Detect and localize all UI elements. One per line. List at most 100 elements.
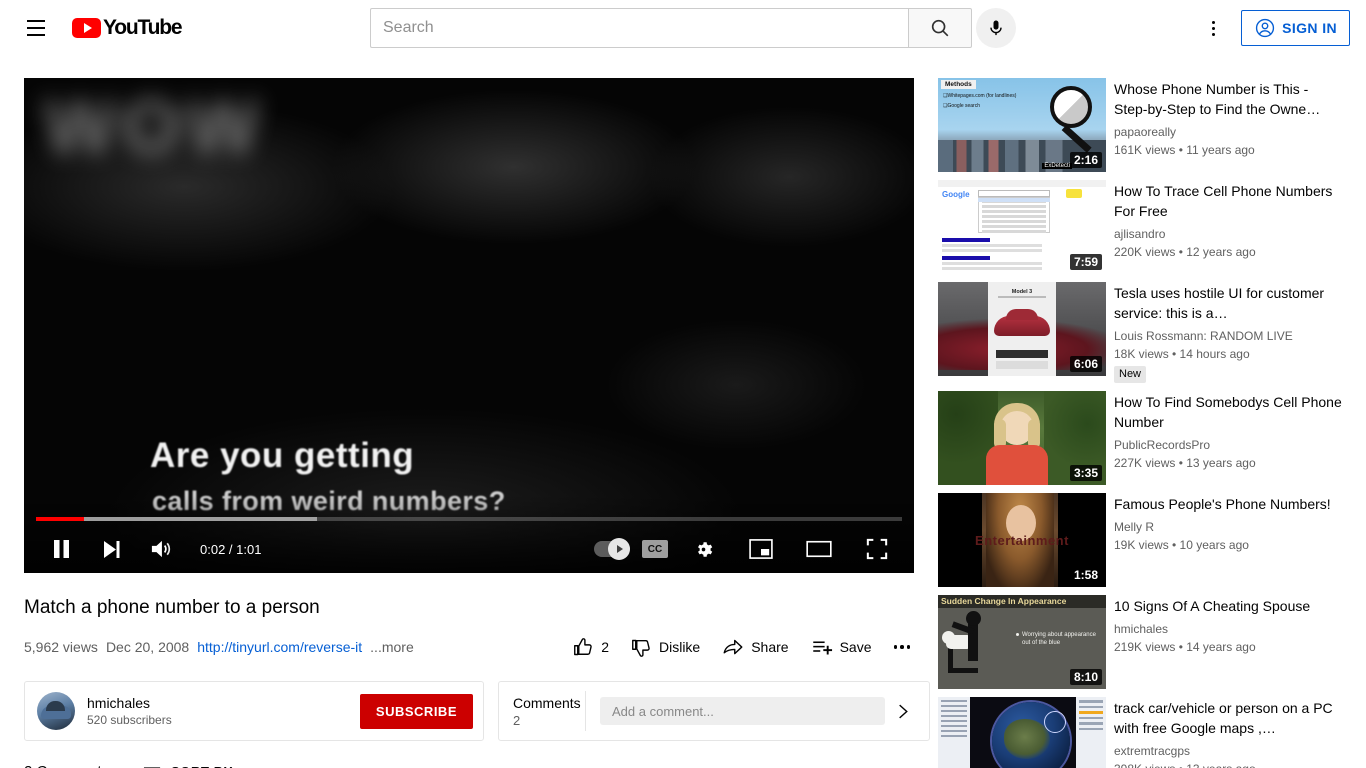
video-title-link[interactable]: 10 Signs Of A Cheating Spouse: [1114, 596, 1310, 616]
youtube-logo[interactable]: YouTube: [72, 16, 181, 40]
channel-name[interactable]: hmichales: [87, 694, 172, 712]
video-metadata: 220K views • 12 years ago: [1114, 243, 1342, 261]
thumb-phone-button-secondary: [996, 361, 1048, 369]
video-title-link[interactable]: Tesla uses hostile UI for customer servi…: [1114, 283, 1342, 323]
thumb-bullet-text: Worrying about appearance out of the blu…: [1022, 631, 1098, 647]
miniplayer-button[interactable]: [738, 526, 784, 572]
thumb-suggestions: [978, 197, 1050, 233]
video-info: 10 Signs Of A Cheating Spouse hmichales …: [1114, 595, 1310, 689]
volume-button[interactable]: [138, 526, 184, 572]
list-item[interactable]: track car/vehicle or person on a PC with…: [938, 697, 1342, 768]
video-metadata: 227K views • 13 years ago: [1114, 454, 1342, 472]
video-thumbnail[interactable]: 3:35: [938, 391, 1106, 485]
search-icon: [929, 17, 951, 39]
player-controls-right: CC: [594, 526, 914, 572]
theater-mode-button[interactable]: [796, 526, 842, 572]
video-info: Famous People's Phone Numbers! Melly R 1…: [1114, 493, 1331, 587]
progress-bar[interactable]: [36, 517, 902, 521]
video-channel[interactable]: extremtracgps: [1114, 742, 1342, 760]
subscribe-button[interactable]: SUBSCRIBE: [360, 694, 473, 729]
list-item[interactable]: Google 7:59 How To Trace Cell Phone Numb…: [938, 180, 1342, 274]
comment-divider: [585, 691, 586, 731]
video-title-link[interactable]: How To Trace Cell Phone Numbers For Free: [1114, 181, 1342, 221]
save-label: Save: [840, 639, 872, 655]
thumb-car-image: [994, 316, 1050, 336]
pause-button[interactable]: [38, 526, 84, 572]
video-thumbnail[interactable]: Model 3 6:06: [938, 282, 1106, 376]
video-info: track car/vehicle or person on a PC with…: [1114, 697, 1342, 768]
list-item[interactable]: Entertainment 1:58 Famous People's Phone…: [938, 493, 1342, 587]
hamburger-icon[interactable]: [16, 8, 56, 48]
video-title-link[interactable]: How To Find Somebodys Cell Phone Number: [1114, 392, 1342, 432]
video-title-link[interactable]: Whose Phone Number is This - Step-by-Ste…: [1114, 79, 1342, 119]
captions-button[interactable]: CC: [642, 540, 668, 558]
like-button[interactable]: 2: [567, 633, 615, 662]
player-controls: 0:02 / 1:01 CC: [24, 525, 914, 573]
masthead-right: SIGN IN: [1193, 0, 1350, 56]
video-channel[interactable]: PublicRecordsPro: [1114, 436, 1342, 454]
dislike-button[interactable]: Dislike: [625, 633, 706, 662]
settings-gear-button[interactable]: [680, 526, 726, 572]
channel-avatar[interactable]: [37, 692, 75, 730]
list-item[interactable]: 3:35 How To Find Somebodys Cell Phone Nu…: [938, 391, 1342, 485]
thumb-result-line: [942, 244, 1042, 247]
next-icon: [102, 540, 121, 559]
video-metadata: 161K views • 11 years ago: [1114, 141, 1342, 159]
add-comment-input[interactable]: Add a comment...: [600, 697, 885, 725]
kebab-menu-icon[interactable]: [1193, 8, 1233, 48]
thumb-banner-text: Sudden Change In Appearance: [938, 595, 1106, 608]
fullscreen-button[interactable]: [854, 526, 900, 572]
search-input[interactable]: [383, 19, 908, 37]
video-channel[interactable]: papaoreally: [1114, 123, 1342, 141]
voice-search-button[interactable]: [976, 8, 1016, 48]
video-channel[interactable]: Louis Rossmann: RANDOM LIVE: [1114, 327, 1342, 345]
video-thumbnail[interactable]: Sudden Change In Appearance Worrying abo…: [938, 595, 1106, 689]
expand-comments-button[interactable]: [885, 703, 919, 720]
video-title-link[interactable]: track car/vehicle or person on a PC with…: [1114, 698, 1342, 738]
video-thumbnail[interactable]: Google 7:59: [938, 180, 1106, 274]
thumb-browser-bar: [938, 180, 1106, 187]
comments-count-small: 2: [513, 712, 585, 729]
masthead: YouTube: [0, 0, 1366, 56]
channel-card: hmichales 520 subscribers SUBSCRIBE: [24, 681, 484, 741]
autoplay-toggle[interactable]: [594, 541, 630, 557]
video-metadata: 219K views • 14 years ago: [1114, 638, 1310, 656]
sign-in-label: SIGN IN: [1282, 20, 1337, 36]
autoplay-knob-icon: [608, 538, 630, 560]
share-label: Share: [751, 639, 788, 655]
video-player[interactable]: WOW Are you getting calls from weird num…: [24, 78, 914, 573]
recommendations-sidebar: Methods ❑Whitepages.com (for landlines) …: [938, 56, 1366, 768]
video-duration: 1:58: [1070, 567, 1102, 583]
save-button[interactable]: Save: [805, 633, 878, 662]
sort-by-button[interactable]: SORT BY: [143, 764, 233, 768]
more-actions-button[interactable]: [888, 637, 917, 657]
search-box[interactable]: [370, 8, 908, 48]
video-thumbnail[interactable]: Methods ❑Whitepages.com (for landlines) …: [938, 78, 1106, 172]
next-video-button[interactable]: [88, 526, 134, 572]
thumb-seated-figure-head: [942, 631, 955, 644]
search-button[interactable]: [908, 8, 972, 48]
video-channel[interactable]: hmichales: [1114, 620, 1310, 638]
video-channel[interactable]: Melly R: [1114, 518, 1331, 536]
video-duration: 3:35: [1070, 465, 1102, 481]
youtube-logo-text: YouTube: [103, 16, 181, 40]
video-duration: 7:59: [1070, 254, 1102, 270]
thumb-phone-mock: Model 3: [988, 282, 1056, 376]
sign-in-button[interactable]: SIGN IN: [1241, 10, 1350, 46]
video-title: Match a phone number to a person: [24, 595, 938, 621]
thumb-methods-line2: ❑Google search: [943, 103, 980, 109]
thumb-model-label: Model 3: [996, 289, 1048, 295]
list-item[interactable]: Model 3 6:06 Tesla uses hostile UI for c…: [938, 282, 1342, 383]
description-link[interactable]: http://tinyurl.com/reverse-it: [197, 639, 362, 655]
list-item[interactable]: Sudden Change In Appearance Worrying abo…: [938, 595, 1342, 689]
share-button[interactable]: Share: [716, 633, 794, 662]
video-title-link[interactable]: Famous People's Phone Numbers!: [1114, 494, 1331, 514]
video-caption-line-1: Are you getting: [150, 436, 414, 476]
masthead-left: YouTube: [0, 8, 181, 48]
video-channel[interactable]: ajlisandro: [1114, 225, 1342, 243]
list-item[interactable]: Methods ❑Whitepages.com (for landlines) …: [938, 78, 1342, 172]
thumb-result-line: [942, 249, 1042, 252]
video-thumbnail[interactable]: Entertainment 1:58: [938, 493, 1106, 587]
video-thumbnail[interactable]: [938, 697, 1106, 768]
show-more-button[interactable]: ...more: [370, 639, 414, 655]
